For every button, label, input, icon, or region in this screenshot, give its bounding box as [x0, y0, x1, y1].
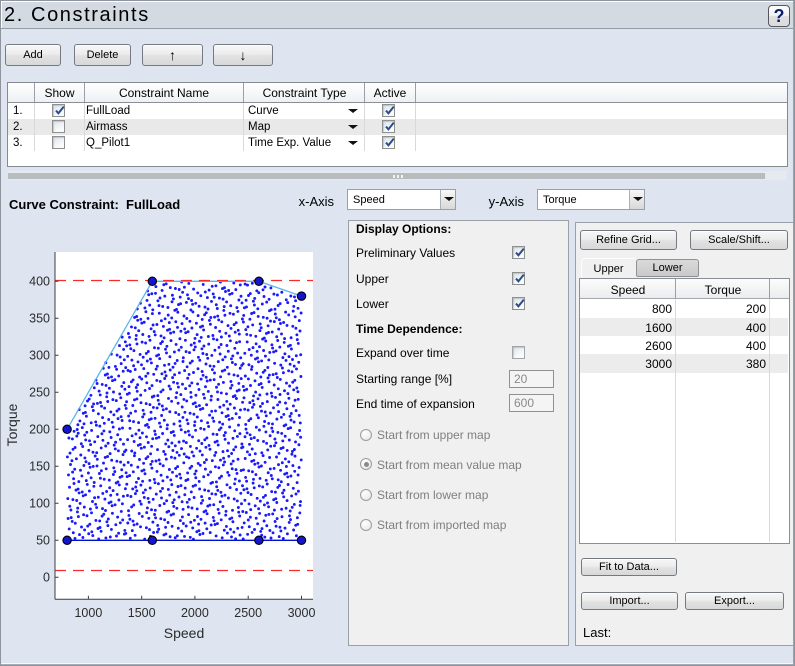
svg-text:Speed: Speed	[164, 625, 204, 641]
svg-text:1000: 1000	[74, 606, 102, 620]
svg-text:2500: 2500	[234, 606, 262, 620]
svg-text:400: 400	[29, 275, 50, 289]
svg-text:150: 150	[29, 460, 50, 474]
svg-text:300: 300	[29, 349, 50, 363]
svg-text:350: 350	[29, 312, 50, 326]
svg-text:3000: 3000	[288, 606, 316, 620]
svg-text:2000: 2000	[181, 606, 209, 620]
svg-text:200: 200	[29, 423, 50, 437]
svg-text:100: 100	[29, 497, 50, 511]
svg-text:Torque: Torque	[4, 403, 20, 446]
svg-text:1500: 1500	[128, 606, 156, 620]
svg-text:0: 0	[43, 571, 50, 585]
svg-text:50: 50	[36, 534, 50, 548]
svg-text:250: 250	[29, 386, 50, 400]
